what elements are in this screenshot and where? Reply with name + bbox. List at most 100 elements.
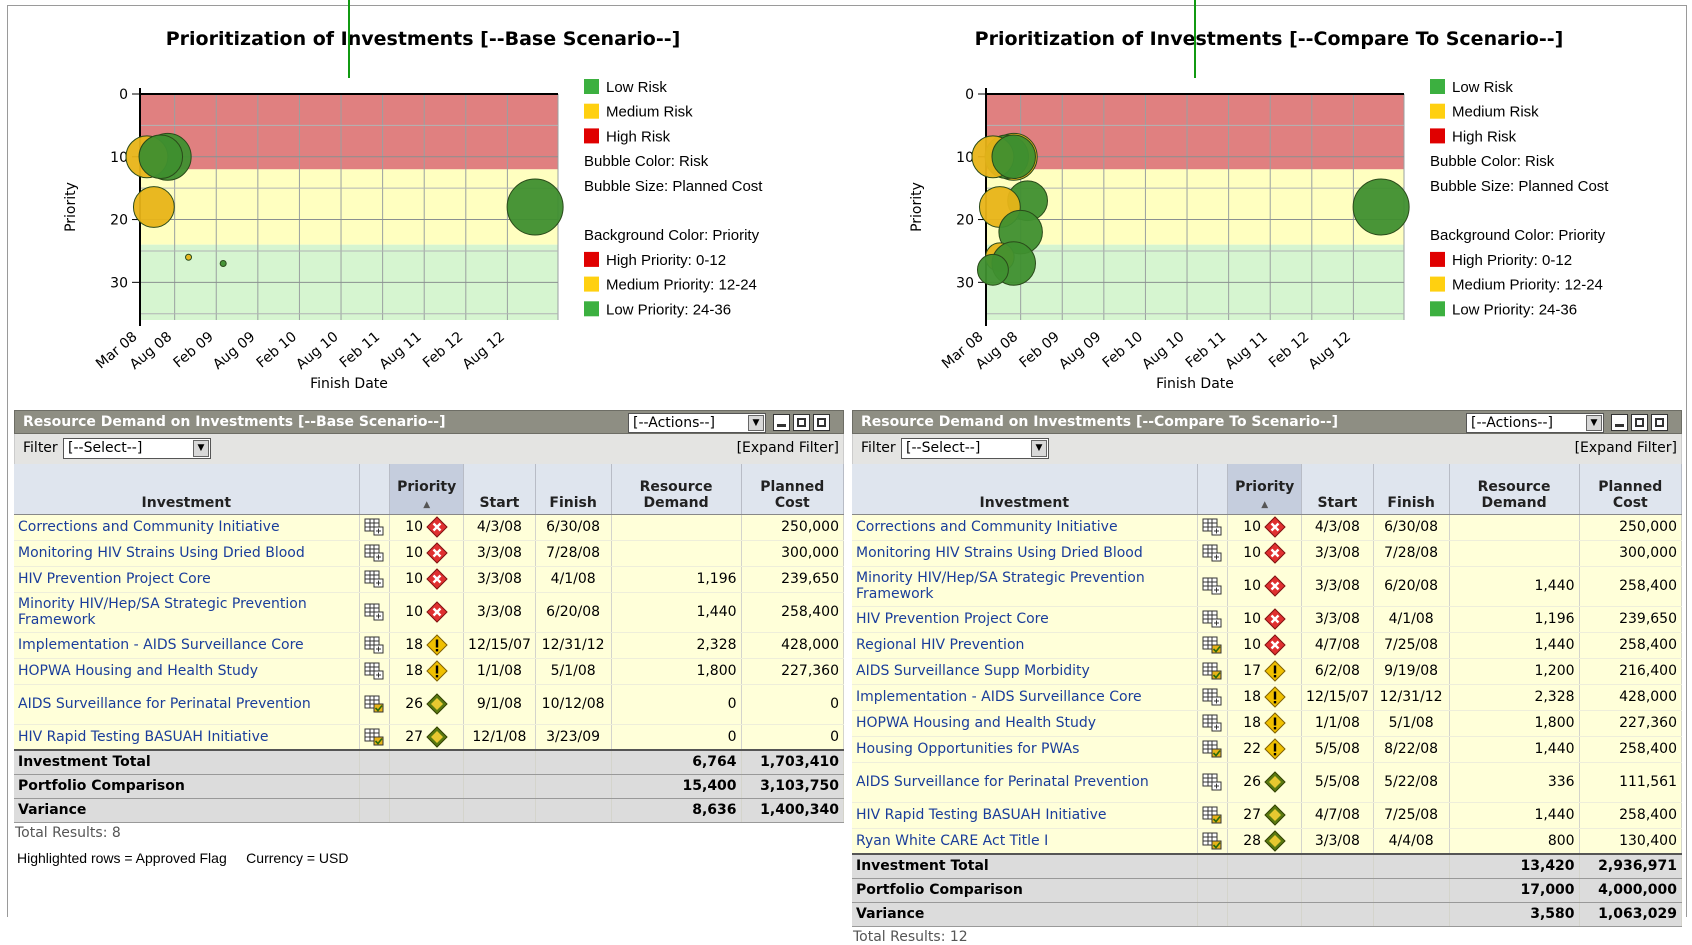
column-header[interactable] [1197, 464, 1229, 515]
minimize-icon[interactable] [773, 414, 790, 431]
investment-link[interactable]: Minority HIV/Hep/SA Strategic Prevention… [852, 566, 1198, 607]
investment-link[interactable]: Monitoring HIV Strains Using Dried Blood [852, 540, 1198, 567]
add-grid-icon[interactable] [364, 662, 384, 680]
expand-filter-link[interactable]: [Expand Filter] [737, 440, 839, 456]
start-date: 4/7/08 [1301, 802, 1374, 829]
column-header[interactable]: Resource Demand [611, 464, 742, 515]
bubble-low-risk[interactable] [1352, 178, 1410, 236]
investment-link[interactable]: AIDS Surveillance Supp Morbidity [852, 658, 1198, 685]
investment-link[interactable]: Implementation - AIDS Surveillance Core [852, 684, 1198, 711]
add-grid-icon[interactable] [364, 603, 384, 621]
filter-select[interactable]: [--Select--] ▼ [63, 438, 211, 459]
column-header-label: Priority [397, 478, 457, 495]
actions-dropdown[interactable]: [--Actions--] ▼ [628, 413, 766, 433]
y-tick-label: 0 [965, 87, 974, 103]
investment-link[interactable]: HIV Rapid Testing BASUAH Initiative [14, 724, 360, 751]
planned-cost: 258,400 [1579, 632, 1683, 659]
add-grid-icon[interactable] [364, 570, 384, 588]
add-grid-icon[interactable] [1202, 773, 1222, 791]
investment-link[interactable]: Corrections and Community Initiative [852, 514, 1198, 541]
column-header[interactable]: Resource Demand [1449, 464, 1580, 515]
column-header[interactable] [359, 464, 391, 515]
investment-link[interactable]: Housing Opportunities for PWAs [852, 736, 1198, 763]
approved-grid-icon[interactable] [1202, 636, 1222, 654]
investment-link[interactable]: Monitoring HIV Strains Using Dried Blood [14, 540, 360, 567]
start-date: 6/2/08 [1301, 658, 1374, 685]
approved-grid-icon[interactable] [364, 695, 384, 713]
investment-link[interactable]: Regional HIV Prevention [852, 632, 1198, 659]
column-header[interactable]: Start [463, 464, 536, 515]
approved-grid-icon[interactable] [1202, 740, 1222, 758]
bubble-medium-risk[interactable] [185, 253, 193, 261]
investment-link[interactable]: HOPWA Housing and Health Study [852, 710, 1198, 737]
approved-grid-icon[interactable] [1202, 832, 1222, 850]
investment-link[interactable]: HOPWA Housing and Health Study [14, 658, 360, 685]
column-header[interactable]: Planned Cost [1579, 464, 1683, 515]
priority-value: 10 [405, 545, 424, 561]
medium-risk-icon [1264, 660, 1286, 682]
column-header[interactable]: Investment [852, 464, 1198, 515]
column-header[interactable]: Finish [535, 464, 612, 515]
bubble-low-risk[interactable] [138, 134, 184, 180]
investment-link[interactable]: Implementation - AIDS Surveillance Core [14, 632, 360, 659]
bubble-low-risk[interactable] [976, 253, 1009, 286]
column-header[interactable]: Priority ▲ [389, 464, 465, 515]
column-header-label: Priority [1235, 478, 1295, 495]
start-date: 3/3/08 [1301, 540, 1374, 567]
restore-icon[interactable] [1631, 414, 1648, 431]
add-grid-icon[interactable] [1202, 577, 1222, 595]
add-grid-icon[interactable] [1202, 688, 1222, 706]
column-header[interactable]: Planned Cost [741, 464, 845, 515]
bubble-low-risk[interactable] [506, 178, 564, 236]
resource-demand: 1,196 [1449, 606, 1580, 633]
add-grid-icon[interactable] [1202, 714, 1222, 732]
add-grid-icon[interactable] [364, 518, 384, 536]
investment-link[interactable]: HIV Prevention Project Core [852, 606, 1198, 633]
total-demand: 15,400 [611, 773, 742, 799]
minimize-icon[interactable] [1611, 414, 1628, 431]
medium-risk-icon [1264, 738, 1286, 760]
table-row: HIV Rapid Testing BASUAH Initiative 27 4/7… [852, 802, 1683, 829]
high-risk-icon [1264, 516, 1286, 538]
legend-swatch [584, 103, 599, 119]
investment-link[interactable]: Minority HIV/Hep/SA Strategic Prevention… [14, 592, 360, 633]
maximize-icon[interactable] [1651, 414, 1668, 431]
investment-link[interactable]: Corrections and Community Initiative [14, 514, 360, 541]
approved-grid-icon[interactable] [1202, 662, 1222, 680]
investment-link[interactable]: AIDS Surveillance for Perinatal Preventi… [852, 762, 1198, 803]
restore-icon[interactable] [793, 414, 810, 431]
investment-link[interactable]: AIDS Surveillance for Perinatal Preventi… [14, 684, 360, 725]
low-risk-icon [426, 693, 448, 715]
finish-date: 12/31/12 [1373, 684, 1450, 711]
column-header[interactable]: Investment [14, 464, 360, 515]
bubble-medium-risk[interactable] [132, 186, 175, 228]
investment-link[interactable]: HIV Prevention Project Core [14, 566, 360, 593]
bubble-low-risk[interactable] [991, 134, 1036, 180]
maximize-icon[interactable] [813, 414, 830, 431]
add-grid-icon[interactable] [364, 544, 384, 562]
total-results: Total Results: 8 [15, 825, 121, 841]
expand-filter-link[interactable]: [Expand Filter] [1575, 440, 1677, 456]
column-header[interactable]: Start [1301, 464, 1374, 515]
bubble-low-risk[interactable] [219, 260, 227, 267]
column-header[interactable]: Finish [1373, 464, 1450, 515]
chart-svg: Prioritization of Investments [--Compare… [909, 0, 1609, 392]
table-header-row: Investment Priority ▲ Start Finish Resource … [14, 464, 845, 515]
resource-demand: 1,440 [1449, 802, 1580, 829]
add-grid-icon[interactable] [1202, 518, 1222, 536]
planned-cost: 0 [741, 724, 845, 751]
investment-link[interactable]: HIV Rapid Testing BASUAH Initiative [852, 802, 1198, 829]
investment-link[interactable]: Ryan White CARE Act Title I [852, 828, 1198, 855]
approved-grid-icon[interactable] [364, 728, 384, 746]
column-header[interactable]: Priority ▲ [1227, 464, 1303, 515]
approved-grid-icon[interactable] [1202, 806, 1222, 824]
add-grid-icon[interactable] [1202, 544, 1222, 562]
add-grid-icon[interactable] [364, 636, 384, 654]
legend-note: Background Color: Priority [584, 227, 760, 244]
resource-demand: 1,440 [1449, 566, 1580, 607]
filter-select[interactable]: [--Select--] ▼ [901, 438, 1049, 459]
finish-date: 7/28/08 [1373, 540, 1450, 567]
table-row: Minority HIV/Hep/SA Strategic Prevention… [14, 592, 845, 633]
add-grid-icon[interactable] [1202, 610, 1222, 628]
actions-dropdown[interactable]: [--Actions--] ▼ [1466, 413, 1604, 433]
